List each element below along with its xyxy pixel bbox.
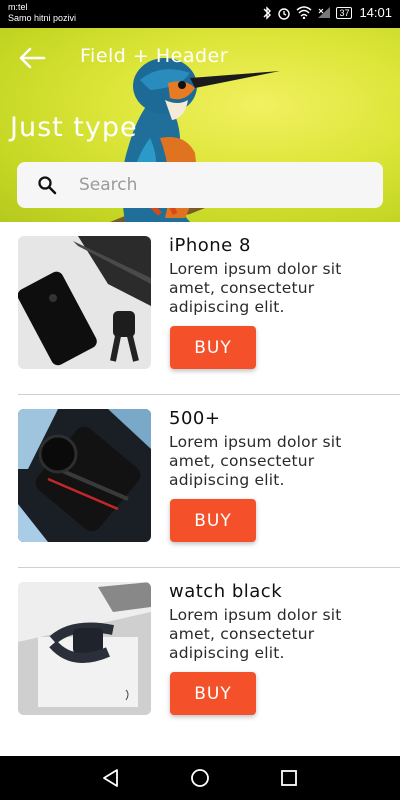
product-name: iPhone 8 [169, 235, 251, 256]
bluetooth-icon [263, 5, 272, 20]
status-bar: m:tel Samo hitni pozivi 37 14:01 [0, 0, 400, 28]
clock: 14:01 [359, 5, 392, 20]
buy-button[interactable]: BUY [170, 326, 256, 369]
product-image-iphone [18, 236, 151, 369]
product-name: 500+ [169, 408, 221, 429]
search-input[interactable] [79, 175, 349, 195]
battery-level: 37 [336, 6, 353, 19]
header-title: Field + Header [80, 45, 229, 67]
product-name: watch black [169, 581, 283, 602]
search-field[interactable] [17, 162, 383, 208]
product-image-lens [18, 409, 151, 542]
back-triangle-icon[interactable] [99, 766, 123, 790]
buy-button[interactable]: BUY [170, 499, 256, 542]
carrier-info: m:tel Samo hitni pozivi [8, 2, 76, 24]
arrow-left-icon[interactable] [18, 46, 46, 70]
list-item: 500+ Lorem ipsum dolor sit amet, consect… [0, 395, 400, 568]
page-title: Just type [10, 112, 138, 143]
product-description: Lorem ipsum dolor sit amet, consectetur … [169, 606, 342, 662]
product-description: Lorem ipsum dolor sit amet, consectetur … [169, 433, 342, 489]
product-description: Lorem ipsum dolor sit amet, consectetur … [169, 260, 342, 316]
product-list[interactable]: iPhone 8 Lorem ipsum dolor sit amet, con… [0, 222, 400, 756]
recents-square-icon[interactable] [277, 766, 301, 790]
navigation-bar [0, 756, 400, 800]
product-image-watch [18, 582, 151, 715]
buy-button[interactable]: BUY [170, 672, 256, 715]
carrier-status: Samo hitni pozivi [8, 13, 77, 23]
signal-icon [318, 7, 331, 18]
alarm-icon [278, 7, 291, 20]
carrier-name: m:tel [8, 2, 28, 12]
search-icon [38, 176, 57, 195]
list-item: iPhone 8 Lorem ipsum dolor sit amet, con… [0, 222, 400, 395]
wifi-icon [296, 6, 312, 19]
list-item: watch black Lorem ipsum dolor sit amet, … [0, 568, 400, 741]
home-circle-icon[interactable] [188, 766, 212, 790]
status-icons: 37 14:01 [262, 5, 392, 20]
